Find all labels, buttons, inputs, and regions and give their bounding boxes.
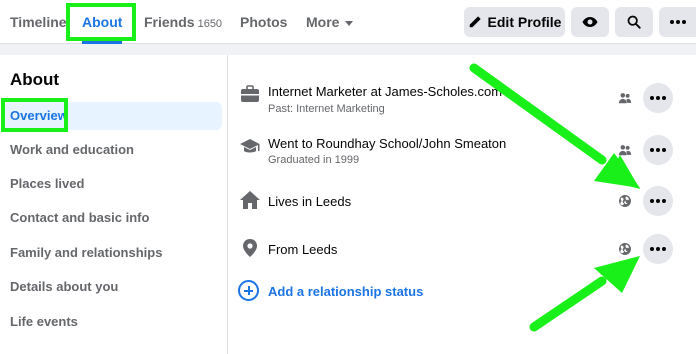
sidebar-title: About xyxy=(10,70,60,89)
sidebar-item-label: Overview xyxy=(10,108,68,123)
friends-icon xyxy=(618,93,632,104)
lives-in-more-button[interactable] xyxy=(643,186,673,216)
sidebar-item-label: Details about you xyxy=(10,279,119,294)
friends-icon xyxy=(618,145,632,156)
tab-label: Timeline xyxy=(10,14,67,30)
education-more-button[interactable] xyxy=(643,135,673,165)
hometown-entry[interactable]: From Leeds xyxy=(268,242,337,257)
sidebar-item-label: Family and relationships xyxy=(10,245,163,260)
more-icon xyxy=(650,148,666,152)
edit-profile-button[interactable]: Edit Profile xyxy=(464,7,565,37)
search-button[interactable] xyxy=(615,7,653,37)
sidebar-item-label: Places lived xyxy=(10,176,85,191)
work-entry-subtitle: Past: Internet Marketing xyxy=(268,103,385,115)
lives-in-entry[interactable]: Lives in Leeds xyxy=(268,194,351,209)
sidebar-item-places-lived[interactable]: Places lived xyxy=(0,170,227,198)
sidebar-item-overview[interactable]: Overview xyxy=(4,102,222,130)
more-icon xyxy=(650,199,666,203)
add-relationship-status-link[interactable]: Add a relationship status xyxy=(268,284,423,299)
education-entry-subtitle: Graduated in 1999 xyxy=(268,154,360,166)
tab-label: Friends xyxy=(144,14,195,30)
location-pin-icon xyxy=(243,239,257,257)
home-icon xyxy=(240,191,260,209)
sidebar-item-details-about-you[interactable]: Details about you xyxy=(0,273,227,301)
tab-label: About xyxy=(82,14,123,30)
overview-panel: Internet Marketer at James-Scholes.com P… xyxy=(227,55,696,354)
tab-label: More xyxy=(306,14,340,30)
search-icon xyxy=(627,15,641,29)
work-more-button[interactable] xyxy=(643,83,673,113)
more-options-button[interactable] xyxy=(659,7,696,37)
pencil-icon xyxy=(469,16,481,28)
profile-nav-bar: Timeline About Friends 1650 Photos More E… xyxy=(0,0,696,44)
sidebar-item-label: Contact and basic info xyxy=(10,210,150,225)
sidebar-item-work-and-education[interactable]: Work and education xyxy=(0,136,227,164)
tab-more[interactable]: More xyxy=(306,0,354,44)
more-icon xyxy=(669,20,686,24)
edit-profile-label: Edit Profile xyxy=(487,14,562,30)
about-sidebar: About Overview Work and education Places… xyxy=(0,55,227,354)
sidebar-item-label: Work and education xyxy=(10,142,134,157)
sidebar-item-family-relationships[interactable]: Family and relationships xyxy=(0,239,227,267)
tab-timeline[interactable]: Timeline xyxy=(10,0,67,44)
eye-icon xyxy=(582,17,598,27)
tab-label: Photos xyxy=(240,14,288,30)
sidebar-item-label: Life events xyxy=(10,314,78,329)
briefcase-icon xyxy=(241,85,259,102)
graduation-cap-icon xyxy=(240,139,260,153)
more-icon xyxy=(650,247,666,251)
hometown-more-button[interactable] xyxy=(643,234,673,264)
globe-icon xyxy=(619,195,631,207)
tab-friends[interactable]: Friends 1650 xyxy=(144,0,222,44)
caret-down-icon xyxy=(345,20,354,26)
more-icon xyxy=(650,96,666,100)
education-entry[interactable]: Went to Roundhay School/John Smeaton xyxy=(268,136,506,151)
work-entry[interactable]: Internet Marketer at James-Scholes.com xyxy=(268,84,502,99)
add-circle-icon[interactable] xyxy=(238,280,259,301)
friends-count: 1650 xyxy=(197,18,223,30)
sidebar-item-life-events[interactable]: Life events xyxy=(0,308,227,336)
globe-icon xyxy=(619,243,631,255)
view-as-button[interactable] xyxy=(571,7,609,37)
tab-about[interactable]: About xyxy=(82,0,123,44)
sidebar-item-contact-info[interactable]: Contact and basic info xyxy=(0,204,227,232)
tab-photos[interactable]: Photos xyxy=(240,0,287,44)
